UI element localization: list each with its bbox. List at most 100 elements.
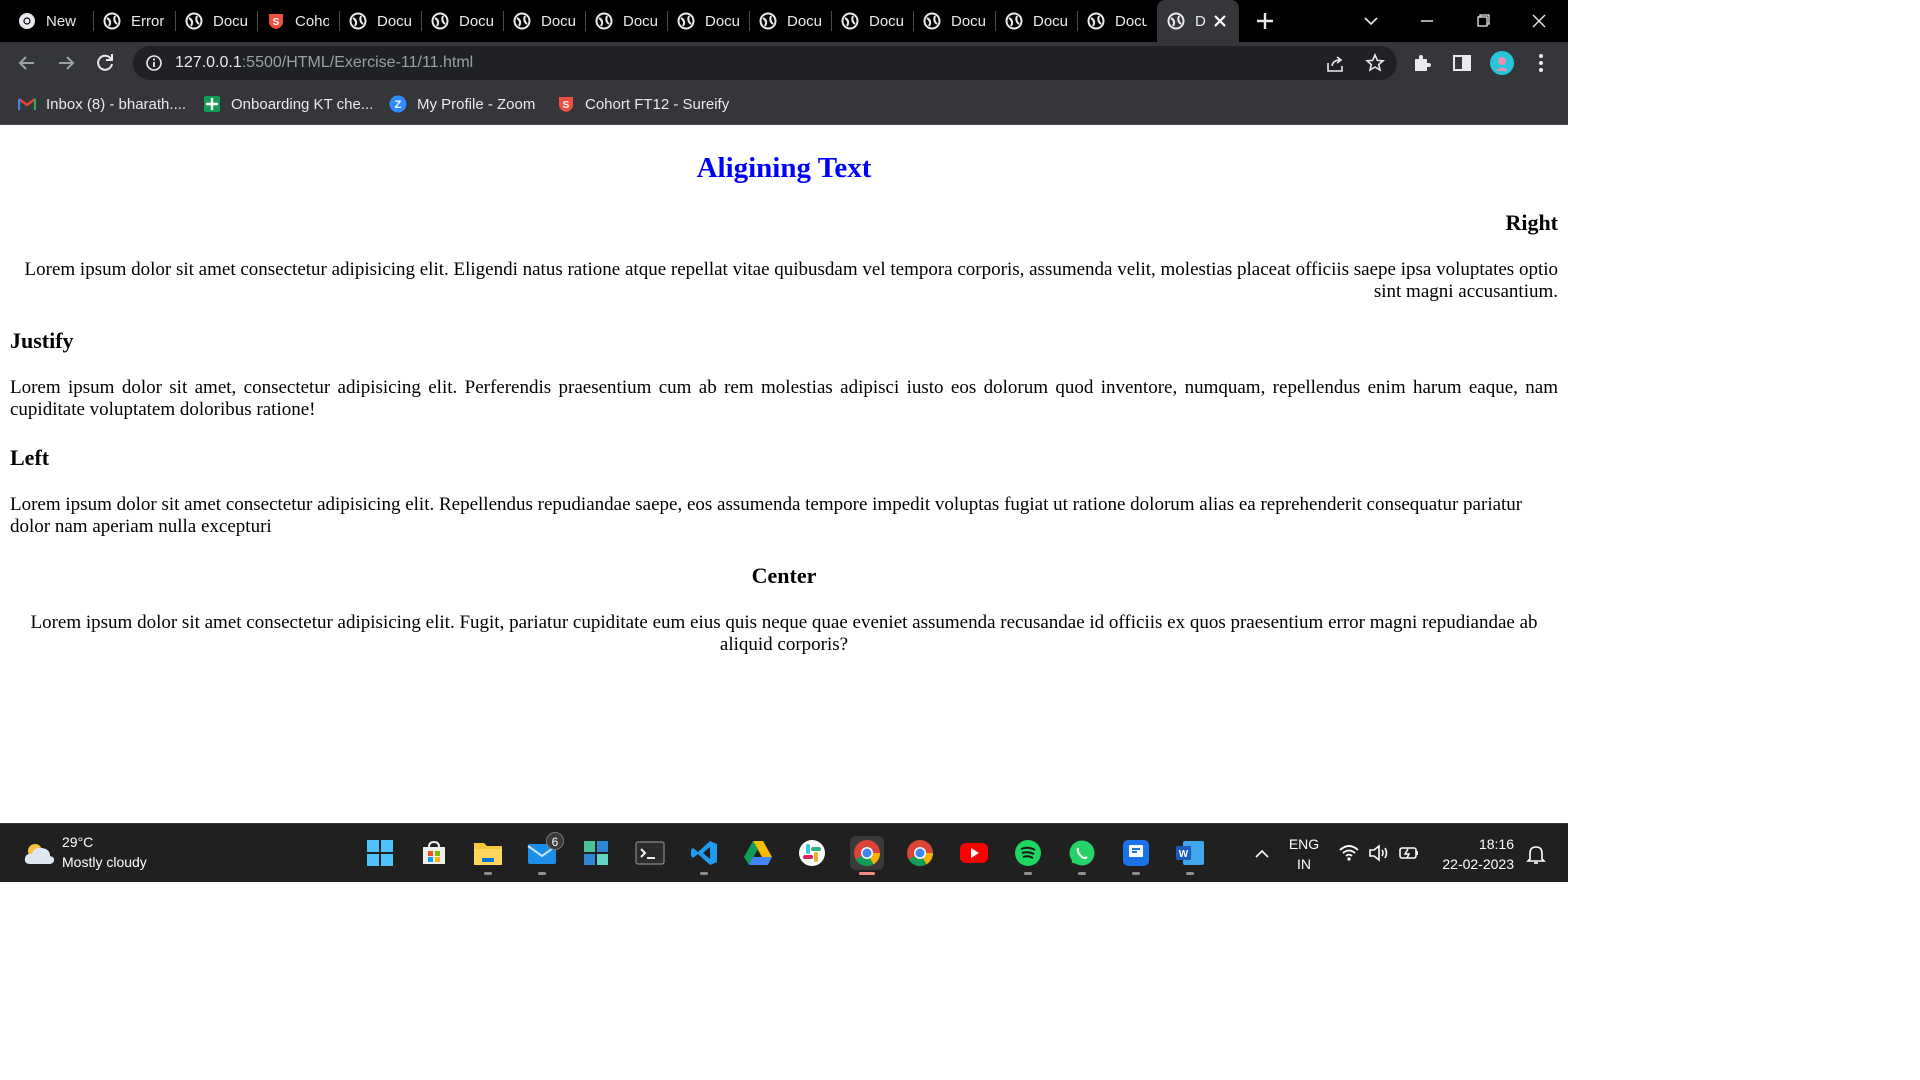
taskbar-terminal[interactable] <box>634 837 666 869</box>
running-indicator <box>538 872 546 875</box>
start-button[interactable] <box>364 837 396 869</box>
taskbar-word[interactable]: W <box>1174 837 1206 869</box>
chrome-icon <box>18 12 36 30</box>
sureify-icon: S <box>557 95 575 113</box>
whatsapp-icon <box>1069 840 1095 866</box>
taskbar-file-explorer[interactable] <box>472 837 504 869</box>
running-indicator <box>700 872 708 875</box>
cloudy-weather-icon <box>24 844 55 864</box>
tab-active[interactable]: D <box>1157 0 1239 42</box>
bookmark-zoom[interactable]: Z My Profile - Zoom <box>389 93 535 115</box>
taskbar-google-drive[interactable] <box>742 837 774 869</box>
restore-button[interactable] <box>1468 6 1498 36</box>
chrome-icon <box>854 840 881 867</box>
terminal-icon <box>635 841 665 865</box>
profile-avatar[interactable] <box>1489 50 1515 76</box>
globe-icon <box>841 12 859 30</box>
tab-label: Docu <box>1115 12 1147 30</box>
tab-13[interactable]: Docu <box>1005 0 1067 42</box>
tab-label: Docu <box>705 12 739 30</box>
taskbar-chrome-profile[interactable] <box>904 837 936 869</box>
menu-button[interactable] <box>1528 50 1554 76</box>
notifications-button[interactable] <box>1524 842 1548 866</box>
section-text-justify: Lorem ipsum dolor sit amet, consectetur … <box>10 377 1558 420</box>
clock[interactable]: 18:16 22-02-2023 <box>1432 834 1522 874</box>
taskbar-slack[interactable] <box>796 837 828 869</box>
widgets-icon <box>584 841 608 865</box>
puzzle-icon <box>1415 55 1431 71</box>
bookmark-onboarding[interactable]: Onboarding KT che... <box>203 93 373 115</box>
bookmarks-bar: Inbox (8) - bharath.... Onboarding KT ch… <box>0 84 1568 125</box>
taskbar-store[interactable] <box>418 837 450 869</box>
running-indicator <box>1024 872 1032 875</box>
taskbar-youtube[interactable] <box>958 837 990 869</box>
globe-icon <box>595 12 613 30</box>
tab-9[interactable]: Docu <box>677 0 739 42</box>
tab-4[interactable]: S Coho <box>267 0 329 42</box>
taskbar-spotify[interactable] <box>1012 837 1044 869</box>
globe-icon <box>103 12 121 30</box>
reload-icon <box>97 54 113 71</box>
extensions-button[interactable] <box>1410 50 1436 76</box>
weather-widget[interactable]: 29°C Mostly cloudy <box>18 824 168 882</box>
language-indicator[interactable]: ENG IN <box>1284 834 1324 874</box>
bookmark-sureify[interactable]: S Cohort FT12 - Sureify <box>557 93 729 115</box>
tab-12[interactable]: Docu <box>923 0 985 42</box>
taskbar-app[interactable] <box>1120 837 1152 869</box>
tab-label: Error <box>131 12 165 30</box>
speaker-icon <box>1369 844 1388 862</box>
tab-label: Docu <box>213 12 247 30</box>
globe-icon <box>677 12 695 30</box>
taskbar-chrome[interactable] <box>850 836 884 870</box>
globe-icon <box>1005 12 1023 30</box>
taskbar-mail[interactable]: 6 <box>526 832 564 869</box>
tab-11[interactable]: Docu <box>841 0 903 42</box>
close-window-button[interactable] <box>1524 6 1554 36</box>
globe-icon <box>759 12 777 30</box>
tab-label: Docu <box>869 12 903 30</box>
bookmark-star-icon[interactable] <box>1365 53 1385 73</box>
tab-label: Docu <box>1033 12 1067 30</box>
minimize-button[interactable] <box>1412 6 1442 36</box>
weather-temp: 29°C <box>62 834 94 850</box>
tab-3[interactable]: Docu <box>185 0 247 42</box>
windows-taskbar: 29°C Mostly cloudy 6 W ENG IN 18:16 22-0… <box>0 823 1568 882</box>
tab-6[interactable]: Docu <box>431 0 493 42</box>
tab-2[interactable]: Error <box>103 0 167 42</box>
running-indicator <box>1078 872 1086 875</box>
side-panel-button[interactable] <box>1449 50 1475 76</box>
chrome-profile-icon <box>907 840 934 867</box>
reload-button[interactable] <box>92 50 118 76</box>
tab-label: Coho <box>295 12 329 30</box>
tab-8[interactable]: Docu <box>595 0 657 42</box>
forward-button[interactable] <box>53 50 79 76</box>
tab-10[interactable]: Docu <box>759 0 821 42</box>
section-text-right: Lorem ipsum dolor sit amet consectetur a… <box>24 259 1558 302</box>
new-tab-button[interactable] <box>1252 8 1278 34</box>
clock-date: 22-02-2023 <box>1442 856 1514 872</box>
tab-14[interactable]: Docu <box>1087 0 1147 42</box>
address-bar[interactable]: 127.0.0.1:5500/HTML/Exercise-11/11.html <box>133 46 1397 80</box>
running-indicator <box>1186 872 1194 875</box>
tab-5[interactable]: Docu <box>349 0 411 42</box>
taskbar-whatsapp[interactable] <box>1066 837 1098 869</box>
bookmark-label: Onboarding KT che... <box>231 95 374 113</box>
bookmark-gmail[interactable]: Inbox (8) - bharath.... <box>18 93 186 115</box>
tab-label: New <box>46 12 77 30</box>
tab-1[interactable]: New <box>18 0 86 42</box>
site-info-icon[interactable] <box>145 54 163 72</box>
show-hidden-icons-button[interactable] <box>1250 842 1274 866</box>
taskbar-vscode[interactable] <box>688 837 720 869</box>
taskbar-widgets[interactable] <box>580 837 612 869</box>
share-icon[interactable] <box>1325 54 1345 74</box>
system-tray[interactable] <box>1338 840 1422 868</box>
back-button[interactable] <box>14 50 40 76</box>
tab-label: Docu <box>541 12 575 30</box>
tab-label: Docu <box>459 12 493 30</box>
clock-time: 18:16 <box>1478 836 1514 852</box>
active-indicator <box>859 872 875 875</box>
tab-strip: New Error Docu S Coho Docu Docu Docu Doc… <box>0 0 1568 42</box>
close-tab-icon[interactable] <box>1211 12 1229 30</box>
tab-search-button[interactable] <box>1356 6 1386 36</box>
tab-7[interactable]: Docu <box>513 0 575 42</box>
